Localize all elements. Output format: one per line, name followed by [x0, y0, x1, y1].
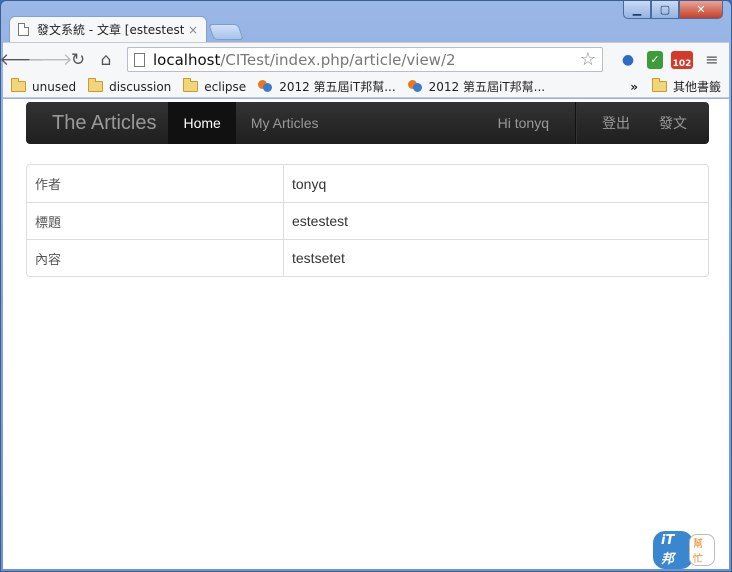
- folder-icon: [11, 78, 26, 92]
- table-row: 標題 estestest: [27, 202, 708, 239]
- bookmark-folder-unused[interactable]: unused: [11, 78, 77, 94]
- gmail-extension-icon[interactable]: 102: [671, 50, 693, 69]
- reload-icon: ↻: [70, 49, 86, 70]
- maximize-icon: ▢: [659, 3, 671, 16]
- article-detail-table: 作者 tonyq 標題 estestest 內容 testsetet: [26, 164, 709, 277]
- field-label-author: 作者: [27, 165, 284, 202]
- tab-close-icon[interactable]: ×: [188, 23, 198, 37]
- bookmark-star-icon[interactable]: ☆: [580, 49, 596, 70]
- folder-icon: [183, 78, 199, 92]
- bookmarks-bar: unused discussion eclipse 2012 第五屆iT邦幫..…: [3, 76, 729, 98]
- browser-toolbar: 🡐 🡒 ↻ ⌂ localhost/CITest/index.php/artic…: [0, 42, 729, 76]
- field-label-title: 標題: [27, 202, 284, 239]
- tab-title: 發文系統 - 文章 [estestest]: [37, 23, 184, 37]
- reload-button[interactable]: ↻: [65, 47, 91, 73]
- field-value-author: tonyq: [292, 175, 327, 192]
- ithelp-icon: [407, 80, 423, 93]
- page-icon: [134, 52, 145, 67]
- bookmark-label: unused: [32, 79, 77, 94]
- ithelp-watermark-logo: iT邦 幫忙: [653, 531, 715, 569]
- bookmark-folder-eclipse[interactable]: eclipse: [183, 78, 247, 94]
- bookmark-folder-other[interactable]: 其他書籤: [651, 78, 721, 95]
- site-navbar: The Articles Home My Articles Hi tonyq 登…: [26, 102, 709, 144]
- table-row: 內容 testsetet: [27, 239, 708, 276]
- close-icon: ✕: [696, 3, 706, 16]
- mail-count-badge: 102: [672, 58, 692, 69]
- bookmark-label: 2012 第五屆iT邦幫...: [428, 80, 546, 94]
- minimize-icon: ▁: [632, 3, 642, 16]
- field-label-content: 內容: [27, 239, 284, 276]
- page-viewport: The Articles Home My Articles Hi tonyq 登…: [3, 99, 729, 569]
- globe-extension-icon[interactable]: ●: [617, 49, 639, 71]
- folder-icon: [651, 78, 667, 92]
- forward-button[interactable]: 🡒: [27, 47, 73, 73]
- bookmark-ithelp-2[interactable]: 2012 第五屆iT邦幫...: [407, 78, 546, 95]
- tab-article-view[interactable]: 發文系統 - 文章 [estestest] ×: [9, 16, 207, 42]
- ithelp-icon: [258, 80, 273, 93]
- home-icon: ⌂: [100, 49, 112, 70]
- page-icon: [18, 23, 29, 36]
- browser-window: ▁ ▢ ✕ 發文系統 - 文章 [estestest] × 🡐 🡒 ↻ ⌂ lo…: [0, 0, 732, 572]
- close-window-button[interactable]: ✕: [679, 1, 723, 19]
- home-button[interactable]: ⌂: [93, 47, 119, 73]
- address-bar[interactable]: localhost/CITest/index.php/article/view/…: [127, 47, 603, 72]
- chrome-menu-icon[interactable]: ≡: [701, 49, 723, 71]
- window-controls: ▁ ▢ ✕: [623, 1, 723, 19]
- table-row: 作者 tonyq: [27, 165, 708, 202]
- bookmark-label: 2012 第五屆iT邦幫...: [279, 80, 396, 94]
- bookmark-ithelp-1[interactable]: 2012 第五屆iT邦幫...: [258, 78, 396, 95]
- url-host: localhost: [153, 50, 221, 69]
- bookmark-label: discussion: [109, 79, 172, 94]
- bookmarks-overflow-chevron-icon[interactable]: »: [630, 80, 638, 94]
- minimize-button[interactable]: ▁: [623, 1, 651, 19]
- new-tab-button[interactable]: [208, 24, 244, 40]
- nav-logout[interactable]: 登出: [577, 102, 630, 144]
- navbar-right: Hi tonyq 登出 發文: [498, 102, 709, 144]
- field-value-content: testsetet: [284, 239, 708, 276]
- watermark-cloud: 幫忙: [688, 534, 715, 566]
- brand-link[interactable]: The Articles: [26, 112, 168, 135]
- bookmark-folder-discussion[interactable]: discussion: [88, 78, 172, 94]
- bookmark-label: 其他書籤: [672, 80, 721, 94]
- nav-my-articles[interactable]: My Articles: [236, 102, 334, 144]
- tab-strip: 發文系統 - 文章 [estestest] ×: [9, 16, 244, 42]
- bookmark-label: eclipse: [204, 79, 247, 94]
- maximize-button[interactable]: ▢: [651, 1, 679, 19]
- nav-home[interactable]: Home: [168, 102, 236, 144]
- url-path: /CITest/index.php/article/view/2: [220, 50, 456, 69]
- field-value-title: estestest: [284, 202, 708, 239]
- user-greeting: Hi tonyq: [498, 102, 576, 144]
- folder-icon: [88, 78, 104, 92]
- nav-post[interactable]: 發文: [630, 102, 709, 144]
- evernote-extension-icon[interactable]: ✓: [647, 50, 663, 69]
- watermark-badge: iT邦: [653, 531, 693, 569]
